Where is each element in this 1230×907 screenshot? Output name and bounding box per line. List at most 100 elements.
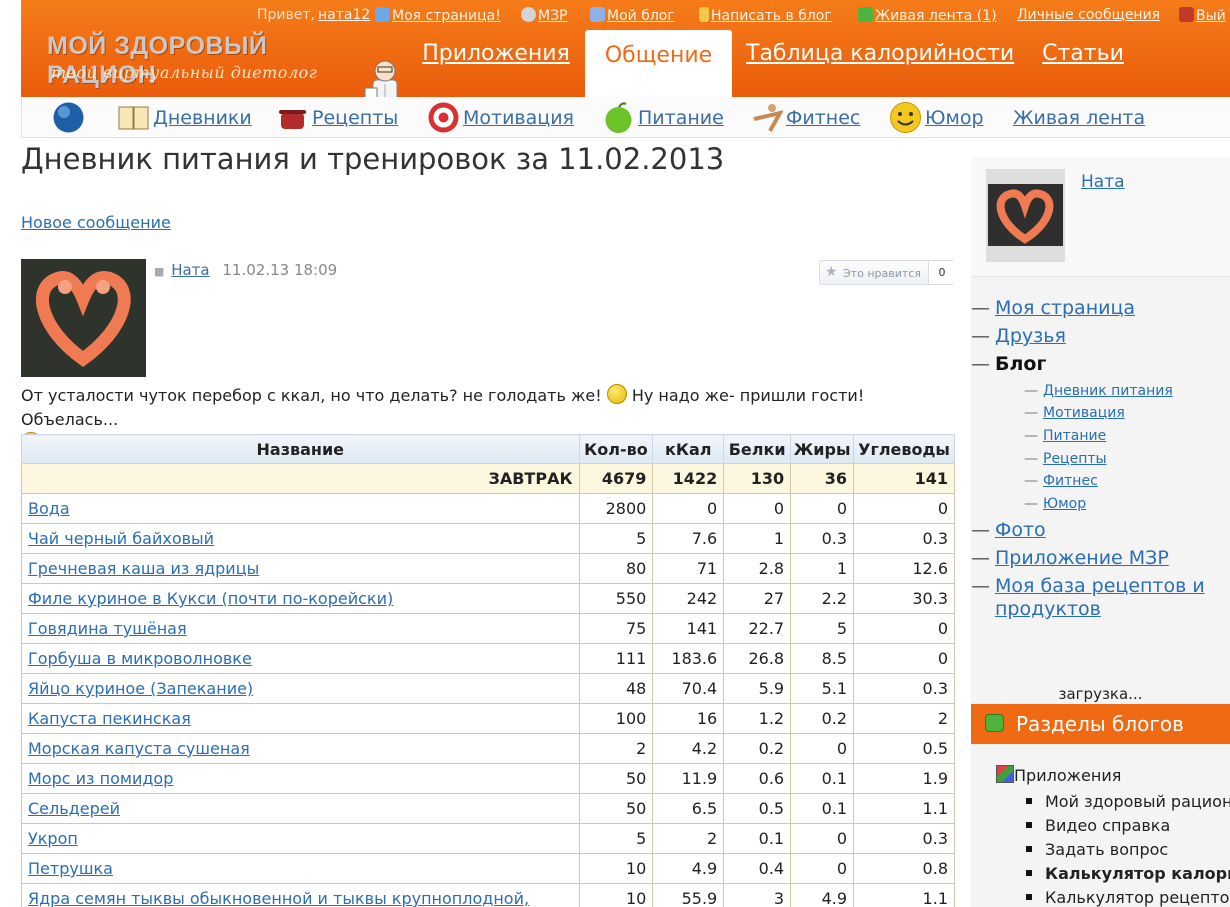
write-blog-link[interactable]: Написать в блог (699, 7, 832, 24)
food-carbs: 1.1 (853, 793, 955, 824)
food-qty: 48 (578, 673, 654, 704)
food-name-link[interactable]: Морская капуста сушеная (21, 733, 580, 764)
food-kcal: 71 (652, 553, 725, 584)
mzr-link[interactable]: МЗР (521, 7, 568, 24)
food-name-link[interactable]: Горбуша в микроволновке (21, 643, 580, 674)
sub-nav-home[interactable] (52, 101, 88, 134)
table-row: Ядра семян тыквы обыкновенной и тыквы кр… (21, 883, 955, 907)
food-qty: 5 (578, 823, 654, 854)
live-feed-link[interactable]: Живая лента (1) (858, 7, 997, 24)
food-name-link[interactable]: Гречневая каша из ядрицы (21, 553, 580, 584)
food-carbs: 0.3 (853, 823, 955, 854)
food-kcal: 183.6 (652, 643, 725, 674)
food-fat: 0 (790, 823, 855, 854)
like-label: Это нравится (843, 267, 921, 280)
food-qty: 80 (578, 553, 654, 584)
food-carbs: 30.3 (853, 583, 955, 614)
table-row: Филе куриное в Кукси (почти по-корейски)… (21, 583, 955, 614)
main-nav-communication[interactable]: Общение (585, 30, 732, 97)
food-name-link[interactable]: Яйцо куриное (Запекание) (21, 673, 580, 704)
table-row: Капуста пекинская 100 16 1.2 0.2 2 (21, 703, 955, 734)
username-link[interactable]: ната12 (318, 7, 370, 23)
apple-icon (605, 102, 632, 133)
post-author-link[interactable]: Ната (171, 261, 209, 279)
sidebar-username[interactable]: Ната (1081, 172, 1125, 192)
food-kcal: 70.4 (652, 673, 725, 704)
food-protein: 1 (723, 523, 792, 554)
like-button[interactable]: ★ Это нравится 0 (819, 260, 955, 285)
food-qty: 50 (578, 793, 654, 824)
target-icon (428, 102, 459, 133)
sub-nav-humor[interactable]: Юмор (889, 101, 989, 134)
table-row: Яйцо куриное (Запекание) 48 70.4 5.9 5.1 0.3 (21, 673, 955, 704)
food-kcal: 55.9 (652, 883, 725, 907)
food-protein: 0.6 (723, 763, 792, 794)
meal-name: ЗАВТРАК (21, 463, 580, 494)
house-icon (375, 7, 390, 22)
food-carbs: 0.3 (853, 523, 955, 554)
main-nav-articles[interactable]: Статьи (1033, 30, 1133, 97)
food-kcal: 2 (652, 823, 725, 854)
food-carbs: 0 (853, 643, 955, 674)
food-protein: 22.7 (723, 613, 792, 644)
main-nav-calorie-table[interactable]: Таблица калорийности (746, 30, 1014, 97)
sub-nav-motivation[interactable]: Мотивация (427, 101, 577, 134)
food-kcal: 4.9 (652, 853, 725, 884)
main-nav-apps[interactable]: Приложения (421, 30, 571, 97)
food-fat: 0.1 (790, 763, 855, 794)
food-kcal: 6.5 (652, 793, 725, 824)
post-meta: ■ Ната 11.02.13 18:09 (154, 261, 337, 279)
sub-nav-fitness[interactable]: Фитнес (750, 101, 865, 134)
food-carbs: 0.8 (853, 853, 955, 884)
col-name-header: Название (21, 434, 580, 464)
sub-nav-live-feed[interactable]: Живая лента (977, 101, 1145, 134)
smiley-icon (890, 102, 921, 133)
food-name-link[interactable]: Капуста пекинская (21, 703, 580, 734)
food-name-link[interactable]: Говядина тушёная (21, 613, 580, 644)
messages-link[interactable]: Личные сообщения (1017, 7, 1160, 23)
food-name-link[interactable]: Морс из помидор (21, 763, 580, 794)
my-blog-link[interactable]: Мой блог (590, 7, 675, 24)
sidebar-profile: Ната (971, 157, 1230, 277)
food-name-link[interactable]: Петрушка (21, 853, 580, 884)
food-name-link[interactable]: Сельдерей (21, 793, 580, 824)
user-icon: ■ (154, 265, 165, 278)
food-protein: 0.5 (723, 793, 792, 824)
food-fat: 5 (790, 613, 855, 644)
food-qty: 2800 (578, 493, 654, 524)
flamingo-heart-thumb (988, 184, 1063, 246)
sub-nav-nutrition[interactable]: Питание (602, 101, 724, 134)
food-qty: 2 (578, 733, 654, 764)
meal-protein: 130 (723, 463, 792, 494)
food-fat: 4.9 (790, 883, 855, 907)
star-icon: ★ (825, 264, 838, 280)
sub-nav-recipes[interactable]: Рецепты (276, 101, 401, 134)
food-kcal: 16 (652, 703, 725, 734)
food-name-link[interactable]: Чай черный байховый (21, 523, 580, 554)
food-diary-table: Название Кол-во кКал Белки Жиры Углеводы… (21, 434, 955, 907)
food-qty: 100 (578, 703, 654, 734)
col-kcal-header: кКал (652, 434, 725, 464)
sub-nav-diaries[interactable]: Дневники (117, 101, 252, 134)
blog-sections-header: Разделы блогов (971, 704, 1230, 744)
my-page-link[interactable]: Моя страница! (375, 7, 501, 24)
food-name-link[interactable]: Ядра семян тыквы обыкновенной и тыквы кр… (21, 883, 580, 907)
pencil-icon (699, 7, 709, 22)
gear-icon (521, 7, 536, 22)
col-protein-header: Белки (723, 434, 792, 464)
food-name-link[interactable]: Укроп (21, 823, 580, 854)
logout-link[interactable]: Вый (1179, 7, 1226, 24)
apps-section-label[interactable]: Приложения (996, 765, 1121, 785)
table-row: Морс из помидор 50 11.9 0.6 0.1 1.9 (21, 763, 955, 794)
site-header: Привет, ната12 Моя страница! МЗР Мой бло… (21, 0, 1230, 117)
food-name-link[interactable]: Филе куриное в Кукси (почти по-корейски) (21, 583, 580, 614)
col-qty-header: Кол-во (578, 434, 654, 464)
author-avatar[interactable] (21, 259, 146, 377)
food-name-link[interactable]: Вода (21, 493, 580, 524)
table-row: Говядина тушёная 75 141 22.7 5 0 (21, 613, 955, 644)
meal-qty: 4679 (578, 463, 654, 494)
sidebar-avatar[interactable] (986, 169, 1065, 262)
food-protein: 27 (723, 583, 792, 614)
fitness-icon (753, 104, 783, 132)
new-message-link[interactable]: Новое сообщение (21, 213, 171, 232)
